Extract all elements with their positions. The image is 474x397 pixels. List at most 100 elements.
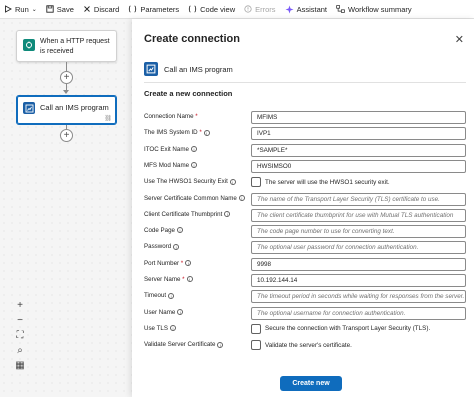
toolbar-save-button[interactable]: Save (46, 5, 74, 14)
close-icon[interactable]: ✕ (455, 33, 464, 46)
trigger-card-label: When a HTTP request is received (40, 38, 110, 55)
user-name-input[interactable]: The optional username for connection aut… (251, 306, 466, 320)
validate-server-certificate-checkbox-row[interactable]: Validate the server's certificate. (251, 340, 352, 351)
toolbar-label: Discard (93, 4, 120, 14)
toolbar-label: Code view (200, 4, 236, 14)
mfs-mod-name-input[interactable]: HWSIMSO0 (251, 159, 466, 173)
info-icon[interactable]: i (168, 292, 175, 299)
toolbar-code-view-button[interactable]: Code view (188, 5, 235, 14)
field-connection-name: Connection Name * MFIMS (144, 111, 466, 124)
action-card[interactable]: Call an IMS program ⛓ (16, 95, 117, 125)
field-label: MFS Mod Name i (144, 161, 198, 169)
use-the-hwso1-security-exit-checkbox[interactable] (251, 177, 261, 188)
field-label: Port Number * i (144, 259, 192, 267)
section-title: Create a new connection (144, 89, 233, 98)
panel-title: Create connection (144, 33, 240, 45)
info-icon[interactable]: i (217, 341, 224, 348)
toolbar-label: Parameters (140, 4, 180, 14)
field-label-text: ITOC Exit Name (144, 145, 189, 153)
use-the-hwso1-security-exit-checkbox-row[interactable]: The server will use the HWSO1 security e… (251, 177, 390, 188)
toolbar-label: Errors (255, 4, 276, 14)
field-itoc-exit-name: ITOC Exit Name i *SAMPLE* (144, 143, 466, 157)
add-step-button[interactable]: + (60, 129, 73, 142)
toolbar-discard-button[interactable]: Discard (83, 5, 119, 14)
field-label-text: Server Name (144, 276, 181, 283)
required-marker: * (179, 259, 184, 267)
required-marker: * (193, 113, 198, 120)
info-icon[interactable]: i (176, 227, 183, 234)
field-label-text: User Name (144, 308, 176, 316)
info-icon[interactable]: i (186, 276, 193, 283)
field-the-ims-system-id: The IMS System ID * i IVP1 (144, 127, 466, 141)
field-label-text: Password (144, 243, 172, 251)
field-label: Validate Server Certificate i (144, 341, 224, 348)
server-certificate-common-name-input[interactable]: The name of the Transport Layer Security… (251, 192, 466, 206)
search-icon[interactable]: ⌕ (10, 343, 30, 358)
use-tls-checkbox-row[interactable]: Secure the connection with Transport Lay… (251, 323, 431, 334)
create-new-button[interactable]: Create new (280, 376, 342, 391)
zoom-in-icon[interactable]: + (10, 298, 30, 313)
info-icon[interactable]: i (191, 162, 198, 169)
toolbar-assistant-button[interactable]: Assistant (285, 5, 327, 14)
plus-icon: + (63, 129, 70, 141)
insert-step-button[interactable]: + (60, 71, 73, 84)
checkbox-label: Secure the connection with Transport Lay… (265, 325, 431, 333)
password-input[interactable]: The optional user password for connectio… (251, 241, 466, 255)
field-server-name: Server Name * i 10.192.144.14 (144, 274, 466, 287)
field-label-text: Port Number (144, 259, 180, 267)
code-page-input[interactable]: The code page number to use for converti… (251, 225, 466, 239)
save-icon (46, 5, 54, 13)
info-icon[interactable]: i (238, 194, 245, 201)
trigger-card[interactable]: When a HTTP request is received (16, 30, 117, 62)
field-client-certificate-thumbprint: Client Certificate Thumbprint i The client… (144, 208, 466, 222)
chevron-down-icon: ⌄ (31, 6, 37, 13)
field-label-text: MFS Mod Name (144, 161, 190, 169)
field-use-tls: Use TLS i Secure the connection with Trans… (144, 323, 466, 336)
validate-server-certificate-checkbox[interactable] (251, 340, 261, 351)
toolbar-run-button[interactable]: Run ⌄ (4, 5, 37, 14)
itoc-exit-name-input[interactable]: *SAMPLE* (251, 143, 466, 157)
assistant-icon (285, 5, 294, 14)
info-icon[interactable]: i (185, 260, 192, 267)
use-tls-checkbox[interactable] (251, 323, 261, 334)
field-timeout: Timeout i The timeout period in seconds wh… (144, 290, 466, 304)
toolbar-parameters-button[interactable]: Parameters (128, 5, 179, 14)
connector-arrow (63, 90, 69, 94)
timeout-input[interactable]: The timeout period in seconds while wait… (251, 290, 466, 304)
field-use-the-hwso1-security-exit: Use The HWSO1 Security Exit i The server w… (144, 176, 466, 189)
zoom-out-icon[interactable]: − (10, 313, 30, 328)
toolbar-label: Run (15, 4, 29, 14)
info-icon[interactable]: i (169, 325, 176, 332)
checkbox-label: Validate the server's certificate. (265, 341, 352, 349)
fit-view-icon[interactable]: ⛶ (10, 328, 30, 343)
connector-name: Call an IMS program (164, 64, 233, 74)
ims-program-icon (23, 102, 35, 114)
toolbar-workflow-summary-button[interactable]: Workflow summary (336, 5, 412, 14)
workflow-canvas[interactable]: When a HTTP request is received + Call a… (0, 19, 132, 397)
field-label: User Name i (144, 308, 184, 316)
field-label-text: Connection Name (144, 113, 194, 120)
field-validate-server-certificate: Validate Server Certificate i Validate the… (144, 339, 466, 352)
info-icon[interactable]: i (173, 243, 180, 250)
info-icon[interactable]: i (203, 129, 210, 136)
code-icon (188, 5, 197, 13)
client-certificate-thumbprint-input[interactable]: The client certificate thumbprint for us… (251, 208, 466, 222)
close-icon (83, 5, 91, 13)
info-icon[interactable]: i (224, 211, 231, 218)
minimap-icon[interactable]: ▦ (10, 358, 30, 373)
info-icon[interactable]: i (229, 178, 236, 185)
toolbar-label: Assistant (296, 4, 327, 14)
info-icon[interactable]: i (177, 308, 184, 315)
info-icon[interactable]: i (190, 145, 197, 152)
connection-name-input[interactable]: MFIMS (251, 111, 466, 124)
field-label: Connection Name * (144, 113, 198, 120)
parameters-icon (128, 5, 137, 13)
the-ims-system-id-input[interactable]: IVP1 (251, 127, 466, 141)
field-port-number: Port Number * i 9998 (144, 257, 466, 271)
field-label: Use The HWSO1 Security Exit i (144, 178, 236, 185)
port-number-input[interactable]: 9998 (251, 257, 466, 271)
play-icon (4, 5, 12, 13)
workflow-summary-icon (336, 5, 345, 13)
field-mfs-mod-name: MFS Mod Name i HWSIMSO0 (144, 159, 466, 173)
server-name-input[interactable]: 10.192.144.14 (251, 274, 466, 287)
